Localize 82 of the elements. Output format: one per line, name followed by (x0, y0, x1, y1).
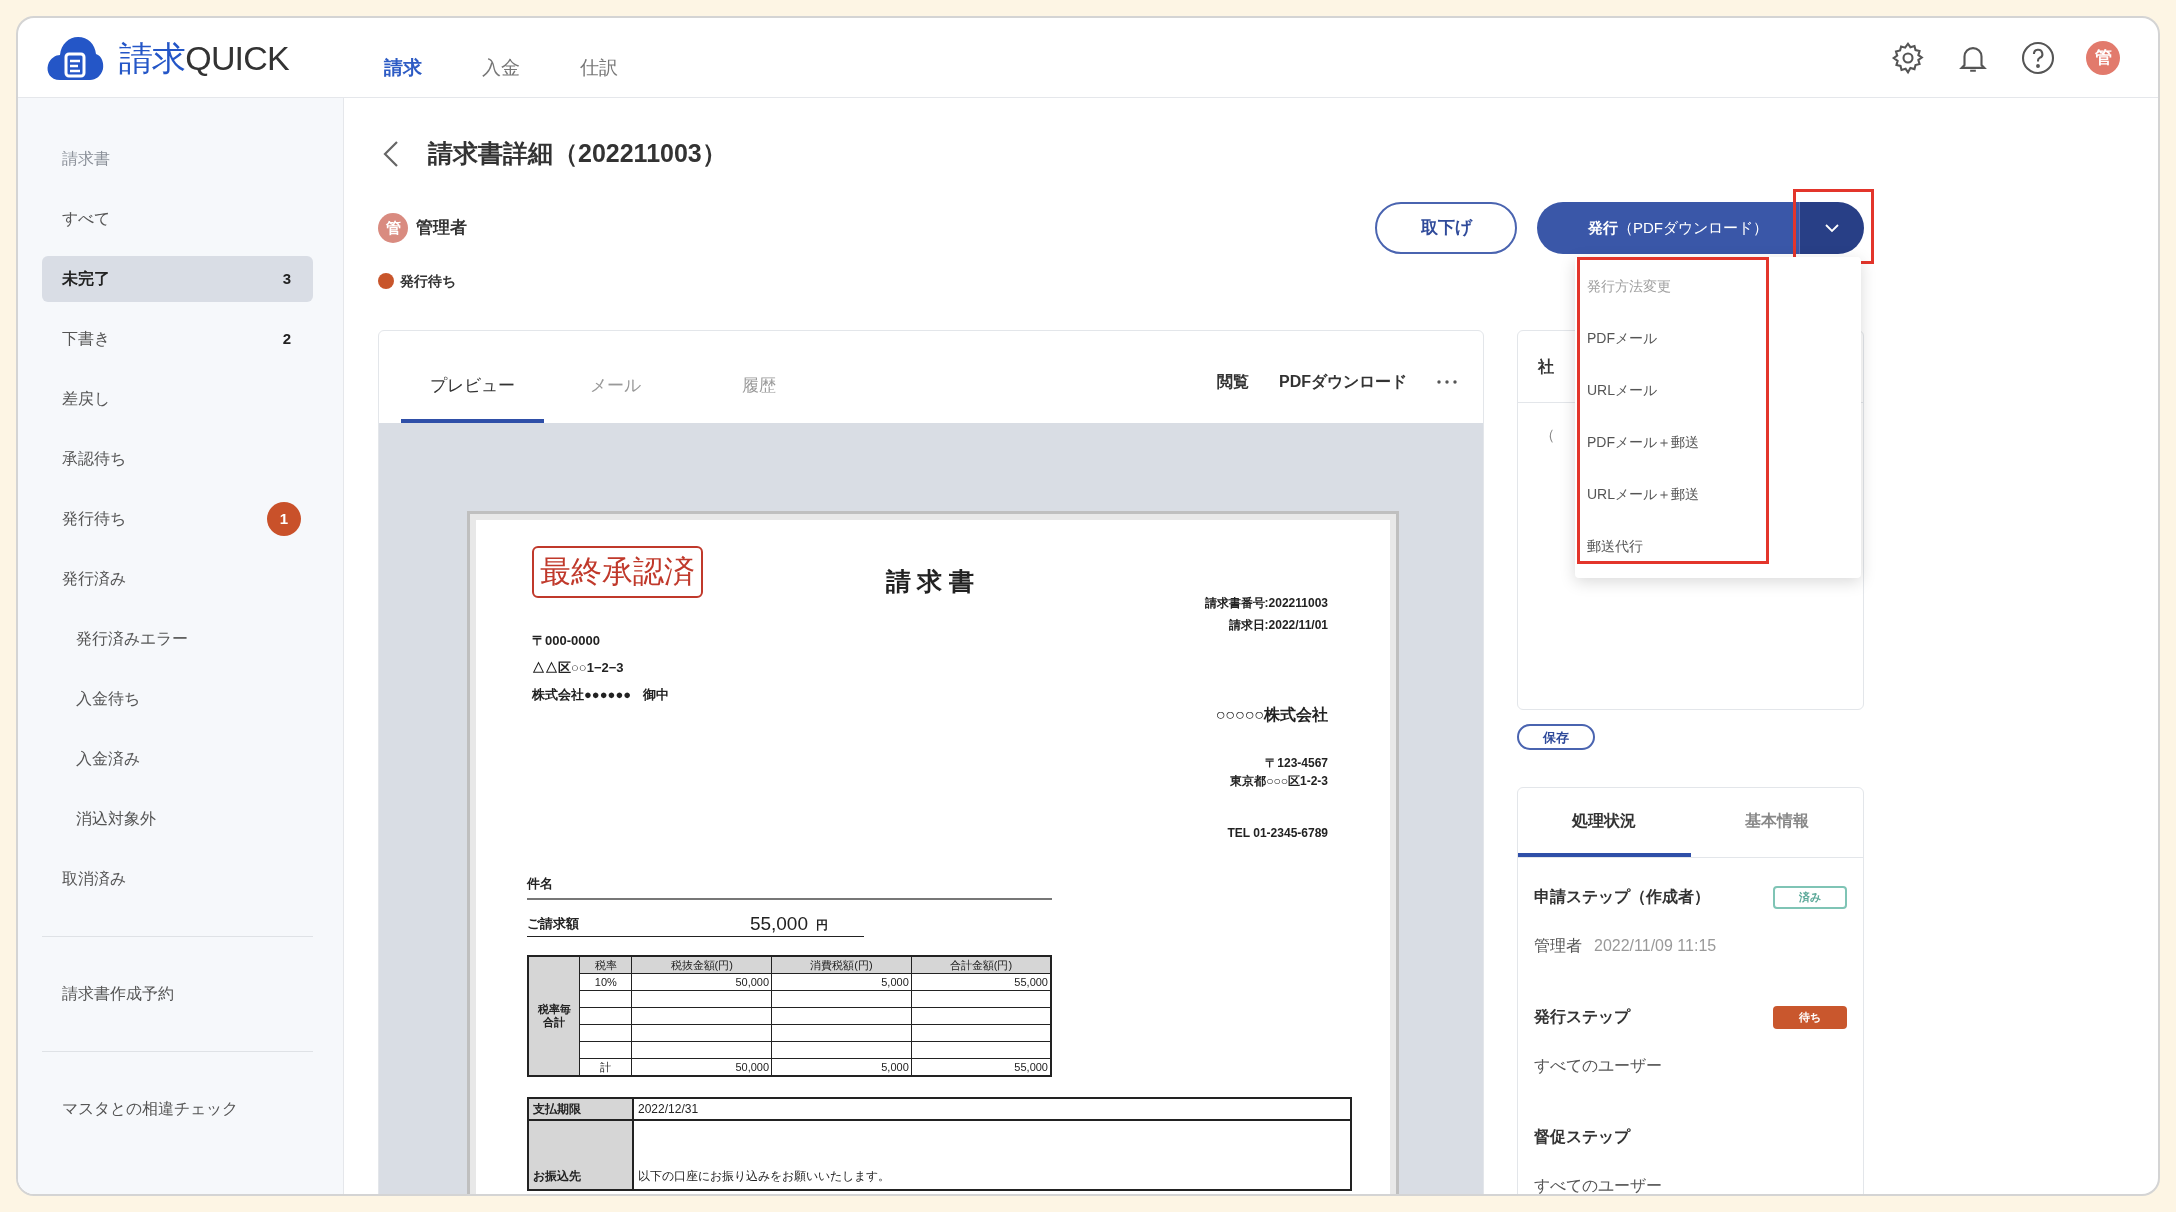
sidebar-item[interactable]: マスタとの相違チェック (42, 1086, 313, 1132)
menu-heading: 発行方法変更 (1586, 276, 1672, 296)
nav-tab[interactable]: 仕訳 (579, 54, 618, 83)
approval-stamp: 最終承認済 (532, 546, 703, 598)
table-cell: 10% (579, 973, 632, 991)
more-icon[interactable] (1437, 380, 1457, 384)
issuer-name: ○○○○○株式会社 (1214, 705, 1328, 725)
sidebar-item[interactable]: すべて (42, 196, 313, 242)
step-status-badge: 済み (1773, 885, 1847, 909)
step-title: 発行ステップ (1534, 1007, 1630, 1027)
page-title: 請求書詳細（202211003） (428, 138, 727, 170)
menu-item[interactable]: 郵送代行 (1575, 520, 1861, 572)
toolbar-link[interactable]: PDFダウンロード (1279, 370, 1407, 394)
item-count: 2 (282, 328, 291, 349)
sidebar-item[interactable]: 発行済み (42, 556, 313, 602)
save-button[interactable]: 保存 (1517, 724, 1595, 750)
sidebar-item[interactable]: 発行待ち 1 (42, 496, 313, 542)
issuer-address: 〒123-4567 (1264, 755, 1328, 772)
menu-item[interactable]: URLメール (1575, 364, 1861, 416)
sidebar-item[interactable]: 発行済みエラー (42, 616, 313, 662)
status-label: 発行待ち (400, 271, 456, 291)
honorific: 御中 (643, 686, 670, 704)
issuer-phone: TEL 01-2345-6789 (1226, 825, 1328, 842)
chevron-down-icon (1824, 223, 1840, 233)
sidebar-item[interactable]: 入金済み (42, 736, 313, 782)
invoice-meta: 請求書番号:202211003 (1203, 595, 1328, 612)
column-header: 消費税額(円) (771, 955, 912, 974)
table-row-header: 税率毎合計 (528, 955, 580, 1076)
step-user: すべてのユーザー (1534, 1056, 1662, 1076)
sidebar-item[interactable]: 取消済み (42, 856, 313, 902)
withdraw-button[interactable]: 取下げ (1375, 202, 1517, 254)
sidebar-item[interactable]: 入金待ち (42, 676, 313, 722)
dropdown-toggle[interactable] (1799, 202, 1864, 254)
step-user: すべてのユーザー (1534, 1176, 1662, 1194)
memo-text: （ (1540, 426, 1555, 443)
help-icon[interactable] (2020, 39, 2056, 76)
user-avatar: 管 (378, 213, 408, 243)
sidebar-item[interactable]: 承認待ち (42, 436, 313, 482)
step-status-badge: 待ち (1773, 1005, 1847, 1029)
issue-button[interactable]: 発行（PDFダウンロード） (1537, 202, 1799, 254)
table-cell: 5,000 (771, 973, 912, 991)
subject-label: 件名 (527, 876, 553, 891)
currency-unit: 円 (816, 916, 828, 934)
column-header: 税抜金額(円) (631, 955, 772, 974)
table-cell: 50,000 (631, 973, 772, 991)
memo-title: 社 (1538, 356, 1554, 377)
invoice-amount: 55,000 (749, 911, 808, 936)
issuer-address: 東京都○○○区1-2-3 (1229, 773, 1328, 790)
recipient-name: 株式会社●●●●●● (532, 686, 632, 704)
panel-tab[interactable]: 処理状況 (1518, 788, 1691, 857)
sidebar-item[interactable]: 差戻し (42, 376, 313, 422)
sidebar-item[interactable]: 消込対象外 (42, 796, 313, 842)
toolbar-link[interactable]: 閲覧 (1217, 370, 1249, 394)
count-badge: 1 (267, 502, 301, 536)
step-title: 申請ステップ（作成者） (1534, 887, 1710, 907)
menu-item[interactable]: URLメール＋郵送 (1575, 468, 1861, 520)
step-user: 管理者 (1534, 936, 1582, 956)
menu-item[interactable]: PDFメール (1575, 312, 1861, 364)
sidebar-item[interactable]: 請求書作成予約 (42, 971, 313, 1017)
table-cell-text: 以下の口座にお振り込みをお願いいたします。 (637, 1167, 891, 1185)
panel-tab[interactable]: 基本情報 (1690, 788, 1863, 857)
sidebar-item[interactable]: 未完了 3 (42, 256, 313, 302)
step-title: 督促ステップ (1534, 1127, 1630, 1147)
menu-item[interactable]: PDFメール＋郵送 (1575, 416, 1861, 468)
logo-text: 請求QUICK (119, 40, 289, 75)
invoice-meta: 請求日:2022/11/01 (1227, 617, 1328, 634)
column-header: 税率 (579, 955, 632, 974)
document-title: 請 求 書 (885, 566, 975, 597)
step-time: 2022/11/09 11:15 (1594, 936, 1717, 956)
table-row-header: 支払期限 (529, 1098, 634, 1119)
recipient-address: △△区○○1−2−3 (532, 659, 625, 677)
sidebar-heading: 請求書 (61, 149, 111, 169)
sidebar-item[interactable]: 下書き 2 (42, 316, 313, 362)
table-row-header: お振込先 (529, 1120, 634, 1189)
column-header: 合計金額(円) (911, 955, 1051, 974)
nav-tab[interactable]: 入金 (481, 54, 520, 83)
item-count: 3 (282, 268, 291, 289)
owner-name: 管理者 (416, 217, 467, 240)
nav-tab[interactable]: 請求 (383, 54, 422, 83)
table-cell-text: 2022/12/31 (637, 1100, 700, 1118)
recipient-address: 〒000-0000 (532, 632, 601, 650)
amount-label: ご請求額 (527, 915, 579, 933)
